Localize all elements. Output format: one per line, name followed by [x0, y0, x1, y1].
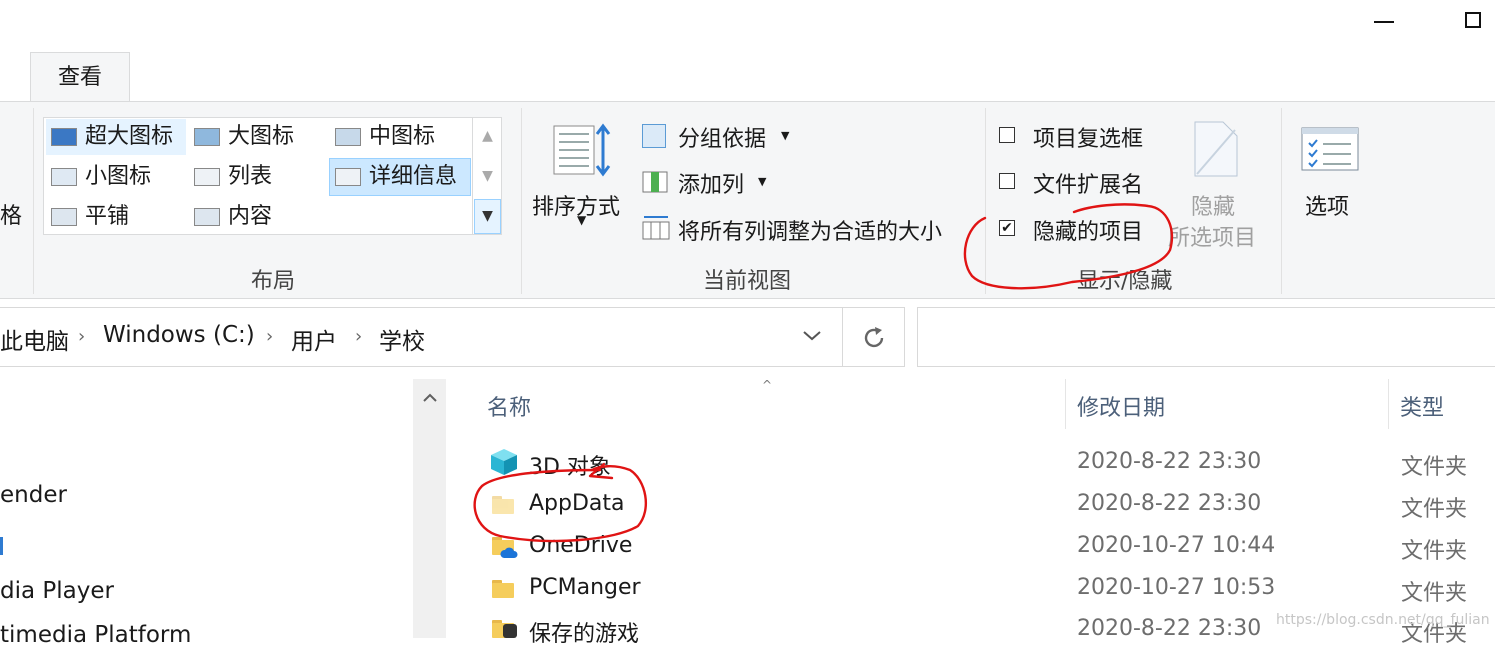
annotation-circle-hidden-items — [963, 203, 1174, 290]
annotation-circle-appdata — [473, 465, 647, 543]
annotation-overlay — [473, 203, 1174, 543]
watermark: https://blog.csdn.net/qq_fulian — [1276, 612, 1490, 628]
